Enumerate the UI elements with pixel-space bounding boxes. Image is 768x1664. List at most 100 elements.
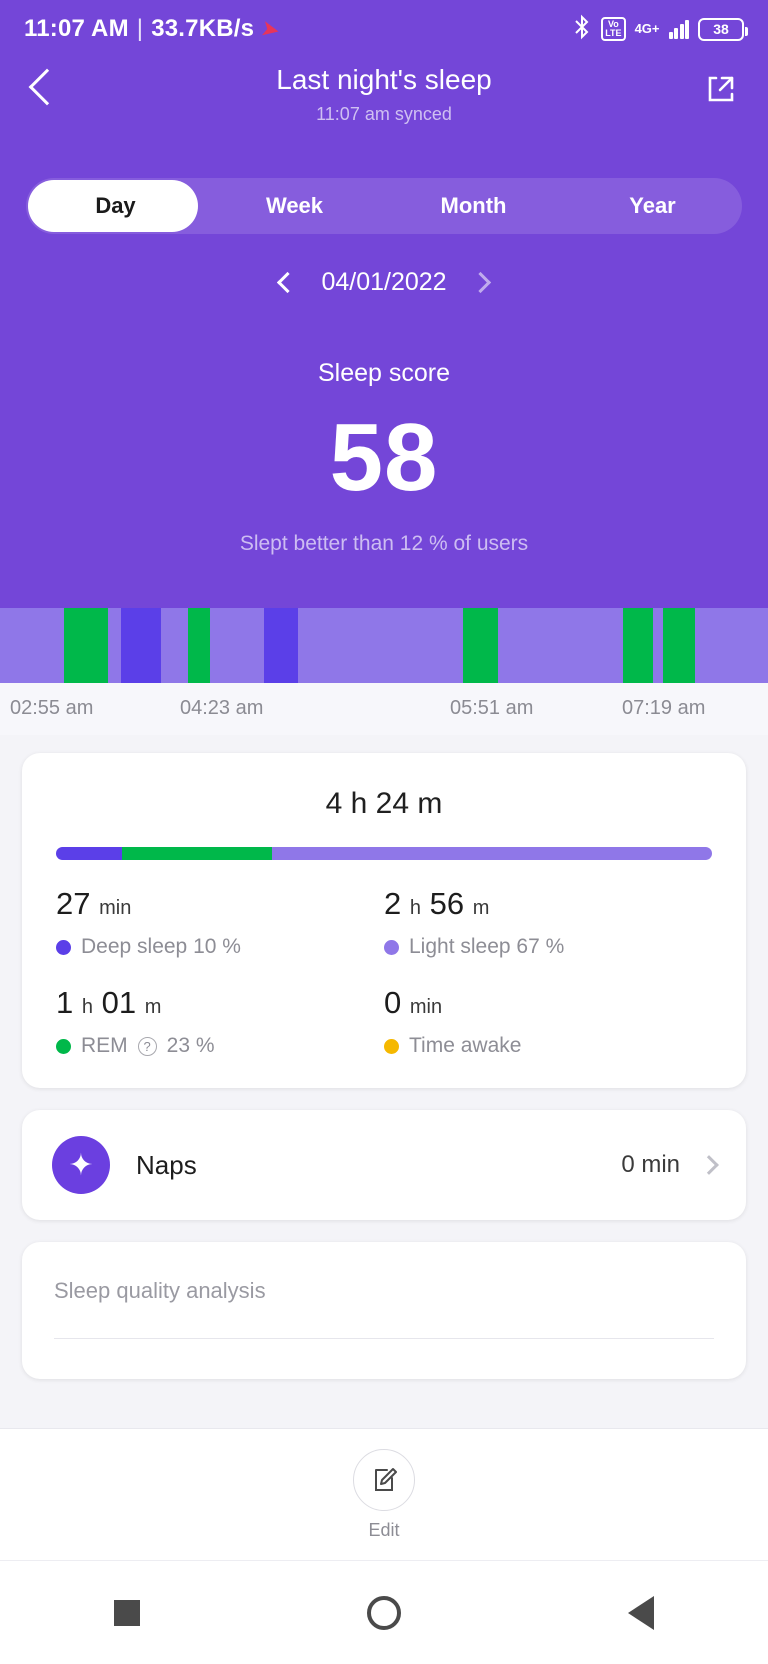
edit-label: Edit [368, 1519, 400, 1540]
status-bar-right: Vo LTE 4G+ 38 [572, 14, 748, 45]
legend-dot [56, 1038, 71, 1054]
legend-dot [56, 939, 71, 955]
sleep-score-comparison: Slept better than 12 % of users [239, 532, 529, 555]
hypnogram-segment [622, 608, 653, 683]
legend-percent: 23 % [166, 1034, 215, 1057]
question-mark-icon[interactable]: ? [137, 1036, 157, 1056]
edit-bar[interactable]: Edit [0, 1428, 768, 1560]
volte-bottom: LTE [605, 28, 622, 38]
hypnogram-segment [694, 608, 768, 683]
circle-home-icon[interactable] [366, 1595, 401, 1630]
proportion-segment [272, 847, 712, 860]
sleep-quality-body: Sleep quality analysis [22, 1242, 746, 1339]
time-axis-tick: 07:19 am [622, 697, 706, 719]
network-type-label: 4G+ [634, 21, 660, 36]
sleep-summary-card: 4 h 24 m 27 min Deep sleep 10 % 2 h 56 m Li… [22, 753, 746, 1088]
sleep-stat-legend: Time awake [384, 1034, 712, 1058]
sleep-stat-legend: Deep sleep 10 % [56, 935, 384, 959]
tab-week[interactable]: Week [205, 178, 384, 234]
date-navigator: 04/01/2022 [0, 268, 768, 297]
hypnogram-segment [662, 608, 695, 683]
share-external-icon[interactable] [704, 72, 738, 106]
sleep-stat: 0 min Time awake [384, 985, 712, 1058]
android-nav-bar [0, 1560, 768, 1664]
hypnogram-segment [63, 608, 108, 683]
status-separator: | [136, 15, 144, 42]
sleep-score-value: 58 [329, 404, 439, 511]
status-bar: 11:07 AM | 33.7KB/s ➤ Vo LTE 4G+ 38 [0, 0, 768, 58]
tab-day[interactable]: Day [26, 178, 205, 234]
bluetooth-icon [572, 14, 592, 45]
page-title: Last night's sleep [276, 64, 492, 95]
status-time: 11:07 AM [24, 15, 129, 42]
hypnogram-segment [121, 608, 162, 683]
app-root: 11:07 AM | 33.7KB/s ➤ Vo LTE 4G+ 38 Last… [0, 0, 768, 1664]
proportion-segment [56, 847, 122, 860]
sleep-stat-legend: Light sleep 67 % [384, 935, 712, 959]
time-axis-tick: 04:23 am [180, 697, 264, 719]
proportion-segment [121, 847, 273, 860]
naps-value: 0 min [621, 1151, 680, 1178]
sleep-quality-title: Sleep quality analysis [54, 1278, 266, 1303]
sleep-stat: 1 h 01 m REM? 23 % [56, 985, 384, 1058]
legend-dot [384, 1038, 399, 1054]
legend-label: Time awake [409, 1034, 522, 1057]
hypnogram-segment [0, 608, 64, 683]
sleep-stat-value: 1 h 01 m [56, 985, 162, 1020]
hypnogram-segment [498, 608, 623, 683]
sleep-score-label: Sleep score [317, 359, 451, 387]
prev-day-chevron-icon[interactable] [277, 271, 299, 294]
sleep-stat-value: 27 min [56, 886, 132, 921]
sleep-quality-card[interactable]: Sleep quality analysis [22, 1242, 746, 1379]
square-recents-icon[interactable] [113, 1599, 140, 1626]
hypnogram-segment [652, 608, 663, 683]
hypnogram-segment [161, 608, 189, 683]
network-speed: 33.7KB/s [151, 15, 255, 42]
naps-card[interactable]: ✦ Naps 0 min [22, 1110, 746, 1220]
hypnogram-segment [188, 608, 211, 683]
hypnogram-segment [463, 608, 499, 683]
period-tabs: Day Week Month Year [26, 178, 742, 234]
sleep-stages-hypnogram[interactable] [0, 608, 768, 683]
hypnogram-segment [297, 608, 464, 683]
legend-label: Deep sleep 10 % [81, 935, 241, 958]
sleep-stat: 27 min Deep sleep 10 % [56, 886, 384, 959]
sleep-stat: 2 h 56 m Light sleep 67 % [384, 886, 712, 959]
sleep-stats-grid: 27 min Deep sleep 10 % 2 h 56 m Light sleep… [22, 860, 746, 1088]
battery-icon: 38 [698, 17, 748, 41]
chevron-right-icon[interactable] [699, 1155, 719, 1175]
app-bar: Last night's sleep 11:07 am synced [0, 58, 768, 150]
sleep-stat-legend: REM? 23 % [56, 1034, 384, 1058]
total-sleep-duration: 4 h 24 m [325, 787, 443, 820]
signal-strength-icon [668, 19, 689, 39]
edit-note-icon[interactable] [353, 1448, 415, 1511]
app-bar-titles: Last night's sleep 11:07 am synced [0, 58, 768, 125]
legend-label: REM [81, 1034, 128, 1057]
sparkle-nap-icon: ✦ [52, 1136, 110, 1194]
battery-level: 38 [713, 21, 729, 37]
hypnogram-segment [107, 608, 122, 683]
sleep-stat-value: 0 min [384, 985, 443, 1020]
hypnogram-time-axis: 02:55 am 04:23 am 05:51 am 07:19 am [0, 683, 768, 735]
network-type-icon: 4G+ [635, 20, 660, 38]
selected-date[interactable]: 04/01/2022 [321, 268, 446, 297]
rocket-icon: ➤ [259, 17, 282, 43]
time-axis-tick: 02:55 am [10, 697, 94, 719]
tab-month[interactable]: Month [384, 178, 563, 234]
next-day-chevron-icon[interactable] [469, 271, 491, 294]
status-bar-left: 11:07 AM | 33.7KB/s ➤ [24, 15, 282, 43]
legend-dot [384, 939, 399, 955]
naps-label: Naps [136, 1149, 197, 1180]
tab-year[interactable]: Year [563, 178, 742, 234]
hypnogram-segment [264, 608, 298, 683]
time-axis-tick: 05:51 am [450, 697, 534, 719]
sync-status: 11:07 am synced [316, 104, 452, 124]
naps-row[interactable]: ✦ Naps 0 min [22, 1110, 746, 1220]
volte-icon: Vo LTE [601, 17, 626, 41]
legend-label: Light sleep 67 % [409, 935, 565, 958]
sleep-stat-value: 2 h 56 m [384, 886, 490, 921]
sleep-proportion-bar [56, 847, 712, 860]
hypnogram-segment [210, 608, 265, 683]
purple-hero-section: 11:07 AM | 33.7KB/s ➤ Vo LTE 4G+ 38 Last… [0, 0, 768, 608]
triangle-back-icon[interactable] [628, 1595, 655, 1630]
